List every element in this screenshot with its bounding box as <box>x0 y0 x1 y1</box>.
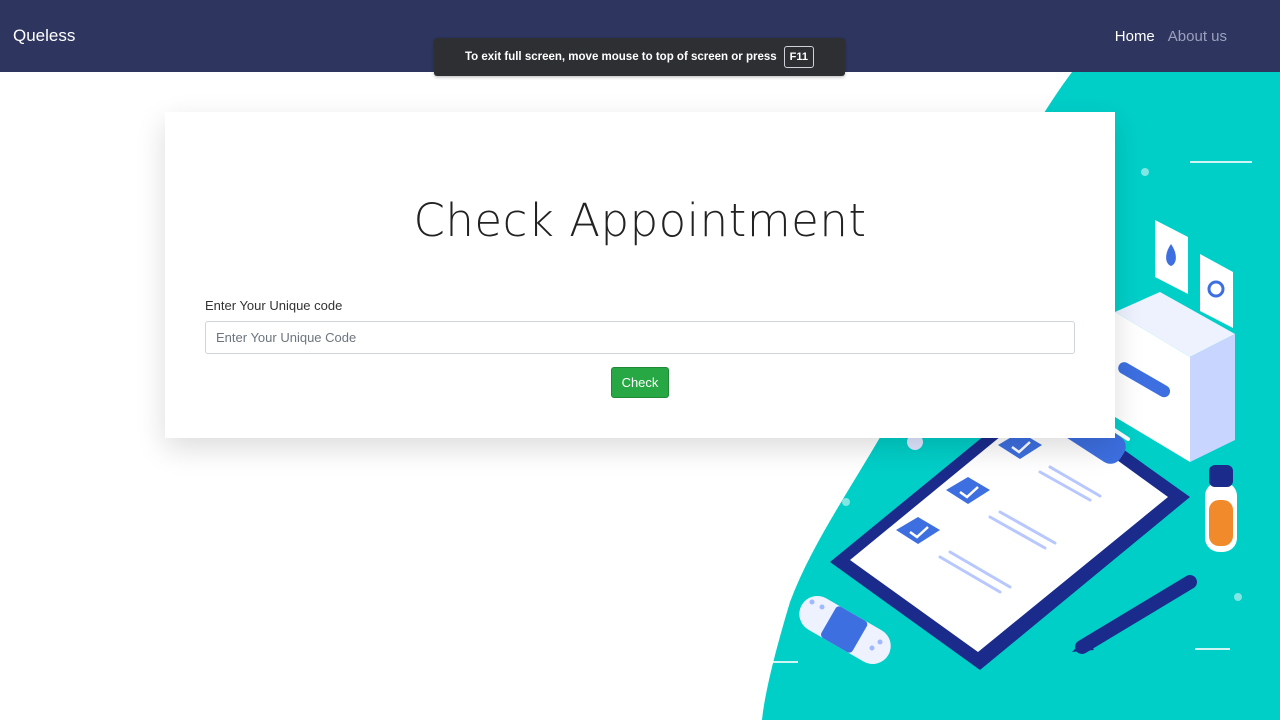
vial-icon <box>1205 465 1237 552</box>
unique-code-input[interactable] <box>205 321 1075 354</box>
brand-logo-link[interactable]: Queless <box>13 26 75 46</box>
f11-key-badge: F11 <box>783 46 814 68</box>
unique-code-label: Enter Your Unique code <box>205 298 343 313</box>
decor-dot <box>1234 593 1242 601</box>
fullscreen-exit-notice: To exit full screen, move mouse to top o… <box>434 38 845 76</box>
decor-dot <box>1141 168 1149 176</box>
page-title: Check Appointment <box>413 194 867 247</box>
check-button[interactable]: Check <box>611 367 669 398</box>
check-appointment-card: Check Appointment Enter Your Unique code… <box>165 112 1115 438</box>
fullscreen-notice-text: To exit full screen, move mouse to top o… <box>464 51 777 63</box>
nav-link-home[interactable]: Home <box>1115 28 1155 45</box>
nav-link-about-us[interactable]: About us <box>1168 28 1227 45</box>
nav-links: Home About us <box>1115 28 1227 45</box>
decor-dot <box>842 498 850 506</box>
